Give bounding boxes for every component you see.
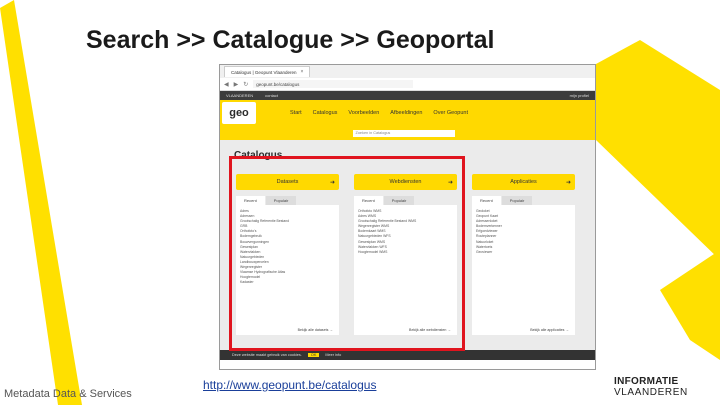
yellow-stripe-right-2 (660, 250, 720, 360)
catalogus-url-link[interactable]: http://www.geopunt.be/catalogus (203, 378, 376, 392)
site-top-strip: VLAANDEREN contact mijn profiel (220, 91, 595, 100)
tab-recent[interactable]: Recent (472, 196, 501, 205)
catalog-search-input[interactable]: Zoeken in Catalogus (352, 129, 463, 137)
back-icon[interactable]: ◀ (224, 81, 229, 88)
nav-item-voorbeelden[interactable]: Voorbeelden (348, 110, 379, 116)
yellow-stripe-left (0, 0, 82, 405)
refresh-icon[interactable]: ↻ (243, 81, 248, 88)
footer-label: Metadata Data & Services (4, 388, 132, 400)
top-strip-profile[interactable]: mijn profiel (570, 93, 589, 98)
nav-item-start[interactable]: Start (290, 110, 302, 116)
site-header: geo Start Catalogus Voorbeelden Afbeeldi… (220, 100, 595, 126)
logo-line-2: VLAANDEREN (614, 387, 688, 398)
nav-item-afbeeldingen[interactable]: Afbeeldingen (390, 110, 422, 116)
site-nav: Start Catalogus Voorbeelden Afbeeldingen… (290, 110, 468, 116)
search-icon[interactable] (454, 129, 463, 137)
top-strip-flanders[interactable]: VLAANDEREN (226, 93, 253, 98)
browser-tabbar: Catalogus | Geopunt Vlaanderen × (220, 65, 595, 78)
arrow-right-icon: ➜ (565, 179, 571, 186)
cookie-bar: Deze website maakt gebruik van cookies. … (220, 350, 595, 360)
nav-item-catalogus[interactable]: Catalogus (313, 110, 338, 116)
browser-tab[interactable]: Catalogus | Geopunt Vlaanderen × (224, 66, 311, 77)
top-strip-contact[interactable]: contact (265, 93, 278, 98)
cookie-more-link[interactable]: Meer info (325, 353, 341, 357)
forward-icon[interactable]: ▶ (234, 81, 239, 88)
address-bar: ◀ ▶ ↻ geopunt.be/catalogus (220, 78, 595, 91)
view-all-link[interactable]: Bekijk alle applicaties → (530, 328, 569, 332)
nav-item-over[interactable]: Over Geopunt (433, 110, 468, 116)
column-header-label: Applicaties (510, 179, 537, 185)
cookie-text: Deze website maakt gebruik van cookies. (232, 353, 302, 357)
column-tabs: Recent Populair (472, 196, 575, 205)
tab-populair[interactable]: Populair (501, 196, 533, 205)
column-list: Geoloket Geopunt Kaart Adressenloket Bodemv… (472, 205, 575, 335)
search-placeholder: Zoeken in Catalogus (355, 131, 391, 135)
site-search-row: Zoeken in Catalogus (220, 126, 595, 140)
column-header-applicaties[interactable]: Applicaties ➜ (472, 174, 575, 190)
list-item[interactable]: Geoviewer (476, 250, 571, 255)
url-field[interactable]: geopunt.be/catalogus (253, 80, 414, 88)
close-icon[interactable]: × (300, 69, 303, 75)
highlight-box (229, 156, 465, 351)
geopunt-logo[interactable]: geo (222, 102, 256, 124)
slide-title: Search >> Catalogue >> Geoportal (86, 26, 495, 54)
browser-tab-title: Catalogus | Geopunt Vlaanderen (231, 69, 297, 75)
cookie-ok-button[interactable]: OK (307, 353, 320, 357)
column-applicaties: Applicaties ➜ Recent Populair Geoloket Ge… (472, 174, 575, 335)
informatie-vlaanderen-logo: INFORMATIE VLAANDEREN (614, 376, 688, 398)
logo-line-1: INFORMATIE (614, 376, 679, 387)
